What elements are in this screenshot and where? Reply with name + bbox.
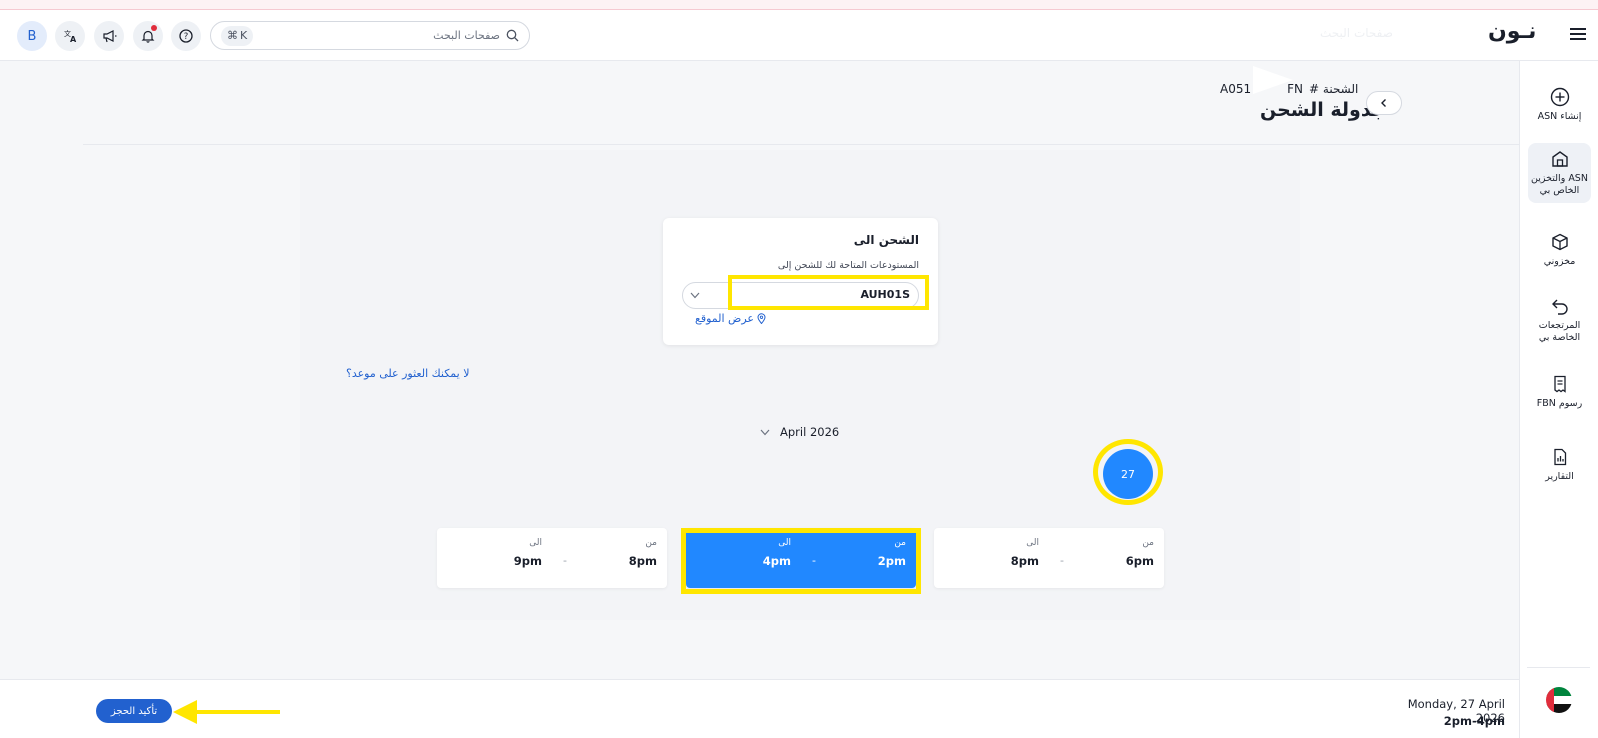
menu-icon[interactable] — [1566, 22, 1590, 46]
svg-text:?: ? — [184, 32, 189, 42]
receipt-icon — [1553, 375, 1566, 393]
slot-from-time: 6pm — [1125, 554, 1154, 568]
sidebar-item-label: رسوم FBN — [1536, 398, 1583, 409]
annotation-highlight-circle — [1093, 439, 1163, 505]
date-picker-day[interactable]: 27 — [1093, 439, 1163, 505]
help-icon: ? — [179, 29, 193, 43]
sidebar-divider — [1527, 667, 1590, 668]
slot-from-label: من — [645, 538, 657, 548]
top-banner-strip — [0, 0, 1598, 10]
shipment-number: A051 — [1220, 82, 1252, 96]
time-slot-8pm-9pm[interactable]: من 8pm - الى 9pm — [437, 528, 667, 588]
view-location-link[interactable]: عرض الموقع — [695, 312, 766, 325]
sidebar-item-create-asn[interactable]: إنشاء ASN — [1528, 81, 1591, 129]
sidebar-item-label: إنشاء ASN — [1537, 111, 1582, 122]
annotation-highlight-box — [728, 275, 929, 310]
slot-dash: - — [563, 554, 567, 567]
sidebar-item-inventory[interactable]: مخزوني — [1528, 226, 1591, 274]
slot-to-time: 9pm — [513, 554, 542, 568]
language-button[interactable]: 文A — [55, 21, 85, 51]
month-label: April 2026 — [780, 425, 840, 439]
time-slot-6pm-8pm[interactable]: من 6pm - الى 8pm — [934, 528, 1164, 588]
search-icon — [506, 29, 519, 42]
ship-to-subtitle: المستودعات المتاحة لك للشحن إلى — [777, 260, 919, 271]
sidebar-item-label: مخزوني — [1543, 256, 1576, 267]
search-shortcut-hint: ⌘ K — [221, 25, 254, 46]
slot-from-time: 8pm — [628, 554, 657, 568]
slot-dash: - — [1060, 554, 1064, 567]
shortcut-key: K — [240, 29, 248, 42]
command-key-icon: ⌘ — [227, 29, 238, 42]
notifications-button[interactable] — [133, 21, 163, 51]
plus-circle-icon — [1550, 87, 1569, 107]
slot-from-label: من — [1142, 538, 1154, 548]
sidebar-item-reports[interactable]: التقارير — [1528, 441, 1591, 489]
cant-find-slot-link[interactable]: لا يمكنك العثور على موعد؟ — [346, 367, 470, 380]
faded-header-text: صفحات البحث — [1320, 26, 1393, 40]
sidebar-item-label: التقارير — [1545, 471, 1574, 482]
box-icon — [1551, 233, 1568, 251]
slot-to-label: الى — [529, 538, 542, 548]
ship-to-title: الشحن الى — [853, 233, 919, 247]
announcements-button[interactable] — [94, 21, 124, 51]
help-button[interactable]: ? — [171, 21, 201, 51]
footer-bar — [0, 679, 1519, 738]
chevron-left-icon — [1381, 99, 1386, 107]
confirm-booking-button[interactable]: تأكيد الحجز — [96, 699, 172, 723]
annotation-arrow-line — [195, 710, 280, 714]
sidebar-item-label: ASN والتخزين الخاص بي — [1531, 173, 1588, 196]
bell-icon — [141, 30, 155, 43]
warehouse-icon — [1551, 151, 1568, 167]
location-pin-icon — [757, 313, 766, 324]
slot-to-time: 8pm — [1010, 554, 1039, 568]
back-button[interactable] — [1366, 91, 1402, 115]
view-location-label: عرض الموقع — [695, 312, 754, 325]
slot-to-label: الى — [1026, 538, 1039, 548]
chevron-down-icon — [760, 429, 770, 435]
shipment-fragment: FN — [1287, 82, 1304, 96]
search-input[interactable] — [260, 29, 500, 42]
translate-icon: 文A — [64, 29, 77, 43]
sidebar-item-returns[interactable]: المرتجعات الخاصة بي — [1528, 290, 1591, 350]
sidebar-item-fbn-fees[interactable]: رسوم FBN — [1528, 368, 1591, 416]
notification-dot — [151, 25, 157, 31]
uae-flag-icon[interactable] — [1546, 687, 1572, 713]
svg-text:A: A — [70, 35, 77, 43]
megaphone-icon — [102, 30, 116, 43]
annotation-arrow-head — [173, 700, 197, 724]
annotation-highlight-box — [681, 528, 921, 594]
search-bar[interactable]: ⌘ K — [210, 21, 530, 50]
user-avatar[interactable]: B — [17, 21, 47, 51]
chevron-down-icon[interactable] — [690, 289, 700, 302]
shipment-reference: A051 FN الشحنة # — [1220, 82, 1358, 96]
month-selector[interactable]: April 2026 — [760, 425, 839, 439]
return-icon — [1551, 299, 1568, 315]
sidebar-item-label: المرتجعات الخاصة بي — [1538, 320, 1581, 343]
sidebar-item-my-asn[interactable]: ASN والتخزين الخاص بي — [1528, 143, 1591, 203]
noon-logo[interactable]: نـون — [1488, 19, 1536, 44]
sidebar-nav: إنشاء ASN ASN والتخزين الخاص بي مخزوني ا… — [1519, 61, 1598, 738]
shipment-label: الشحنة # — [1309, 82, 1359, 96]
selected-time-summary: 2pm-4pm — [1443, 714, 1505, 728]
report-icon — [1553, 448, 1566, 466]
